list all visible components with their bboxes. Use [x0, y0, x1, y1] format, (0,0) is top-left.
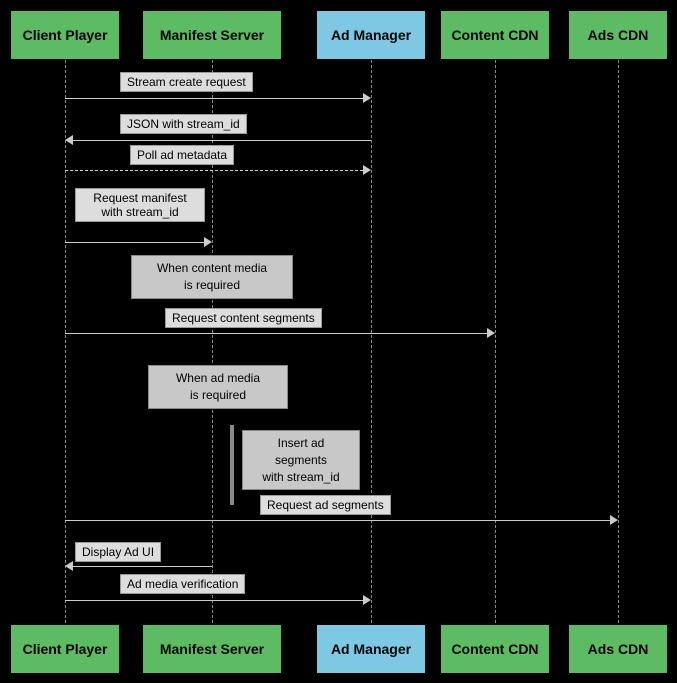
msg-request-manifest [65, 232, 212, 252]
lifeline-contentcdn [495, 60, 496, 623]
actor-admanager-top: Ad Manager [316, 10, 426, 60]
lifeline-adscdn [618, 60, 619, 623]
note-content-media: When content mediais required [131, 255, 293, 299]
actor-adscdn-top: Ads CDN [568, 10, 668, 60]
note-ad-media: When ad mediais required [148, 365, 288, 409]
actor-manifest-bottom: Manifest Server [142, 624, 282, 674]
label-stream-create: Stream create request [120, 72, 253, 92]
actor-admanager-bottom: Ad Manager [316, 624, 426, 674]
label-ad-media-verification: Ad media verification [120, 574, 245, 594]
label-display-ad-ui: Display Ad UI [75, 542, 161, 562]
note-insert-ad-segments: Insert adsegmentswith stream_id [242, 430, 360, 490]
actor-contentcdn-top: Content CDN [440, 10, 550, 60]
actor-client-top: Client Player [10, 10, 120, 60]
label-json-streamid: JSON with stream_id [120, 114, 247, 134]
label-request-content-segments: Request content segments [165, 308, 322, 328]
actor-adscdn-bottom: Ads CDN [568, 624, 668, 674]
actor-manifest-top: Manifest Server [142, 10, 282, 60]
label-request-manifest: Request manifestwith stream_id [75, 188, 205, 222]
sequence-diagram: Client Player Manifest Server Ad Manager… [0, 0, 677, 683]
label-request-ad-segments: Request ad segments [260, 495, 391, 515]
label-poll-ad-metadata: Poll ad metadata [130, 145, 234, 165]
actor-client-bottom: Client Player [10, 624, 120, 674]
actor-contentcdn-bottom: Content CDN [440, 624, 550, 674]
bracket-right [232, 425, 234, 505]
